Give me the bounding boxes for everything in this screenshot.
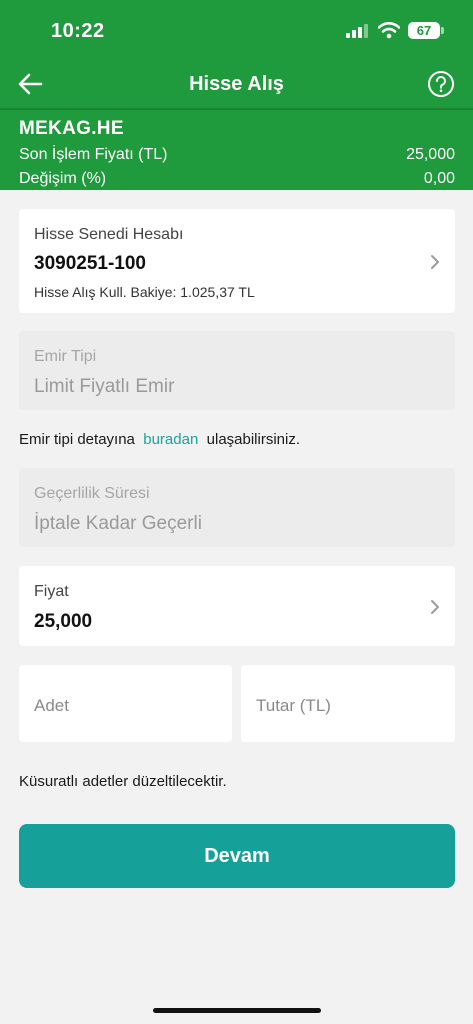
nav-divider [0, 108, 473, 110]
quantity-placeholder: Adet [34, 696, 69, 715]
account-balance: Hisse Alış Kull. Bakiye: 1.025,37 TL [34, 284, 255, 300]
order-type-label: Emir Tipi [34, 348, 97, 365]
account-number: 3090251-100 [34, 253, 146, 274]
help-icon[interactable] [427, 70, 455, 98]
order-info-text: Emir tipi detayına [19, 431, 135, 448]
validity-value: İptale Kadar Geçerli [34, 513, 202, 534]
change-row: Değişim (%) 0,00 [19, 170, 455, 188]
validity-field: Geçerlilik Süresi İptale Kadar Geçerli [19, 468, 455, 547]
order-info-text-end: ulaşabilirsiniz. [206, 431, 301, 448]
chevron-right-icon [431, 255, 439, 269]
change-label: Değişim (%) [19, 170, 107, 187]
nav-bar: Hisse Alış [0, 60, 473, 110]
amount-input[interactable]: Tutar (TL) [241, 665, 455, 742]
price-selector[interactable]: Fiyat 25,000 [19, 566, 455, 646]
last-price-row: Son İşlem Fiyatı (TL) 25,000 [19, 146, 455, 164]
continue-button[interactable]: Devam [19, 824, 455, 888]
chevron-right-icon [431, 600, 439, 614]
account-selector[interactable]: Hisse Senedi Hesabı 3090251-100 Hisse Al… [19, 209, 455, 313]
order-type-field: Emir Tipi Limit Fiyatlı Emir [19, 331, 455, 410]
battery-tip [441, 27, 444, 34]
stock-symbol: MEKAG.HE [19, 118, 124, 139]
wifi-icon [378, 22, 400, 39]
last-price-label: Son İşlem Fiyatı (TL) [19, 146, 168, 163]
home-indicator [153, 1008, 321, 1013]
amount-placeholder: Tutar (TL) [256, 696, 331, 715]
header: 10:22 67 Hisse Alış MEKAG.HE Son İşlem F… [0, 0, 473, 190]
account-label: Hisse Senedi Hesabı [34, 226, 184, 243]
page-title: Hisse Alış [189, 73, 284, 95]
status-bar: 10:22 67 [0, 0, 473, 60]
order-info-link[interactable]: buradan [143, 431, 198, 448]
price-value: 25,000 [34, 611, 93, 632]
price-label: Fiyat [34, 583, 69, 600]
quantity-input[interactable]: Adet [19, 665, 232, 742]
last-price-value: 25,000 [406, 146, 455, 163]
status-time: 10:22 [51, 20, 105, 42]
change-value: 0,00 [423, 170, 455, 187]
order-type-info: Emir tipi detayına buradan ulaşabilirsin… [19, 431, 300, 448]
validity-label: Geçerlilik Süresi [34, 485, 150, 502]
order-type-value: Limit Fiyatlı Emir [34, 376, 175, 397]
cellular-signal-icon [346, 24, 368, 38]
fractional-note: Küsuratlı adetler düzeltilecektir. [19, 773, 227, 790]
battery-icon: 67 [408, 22, 440, 39]
